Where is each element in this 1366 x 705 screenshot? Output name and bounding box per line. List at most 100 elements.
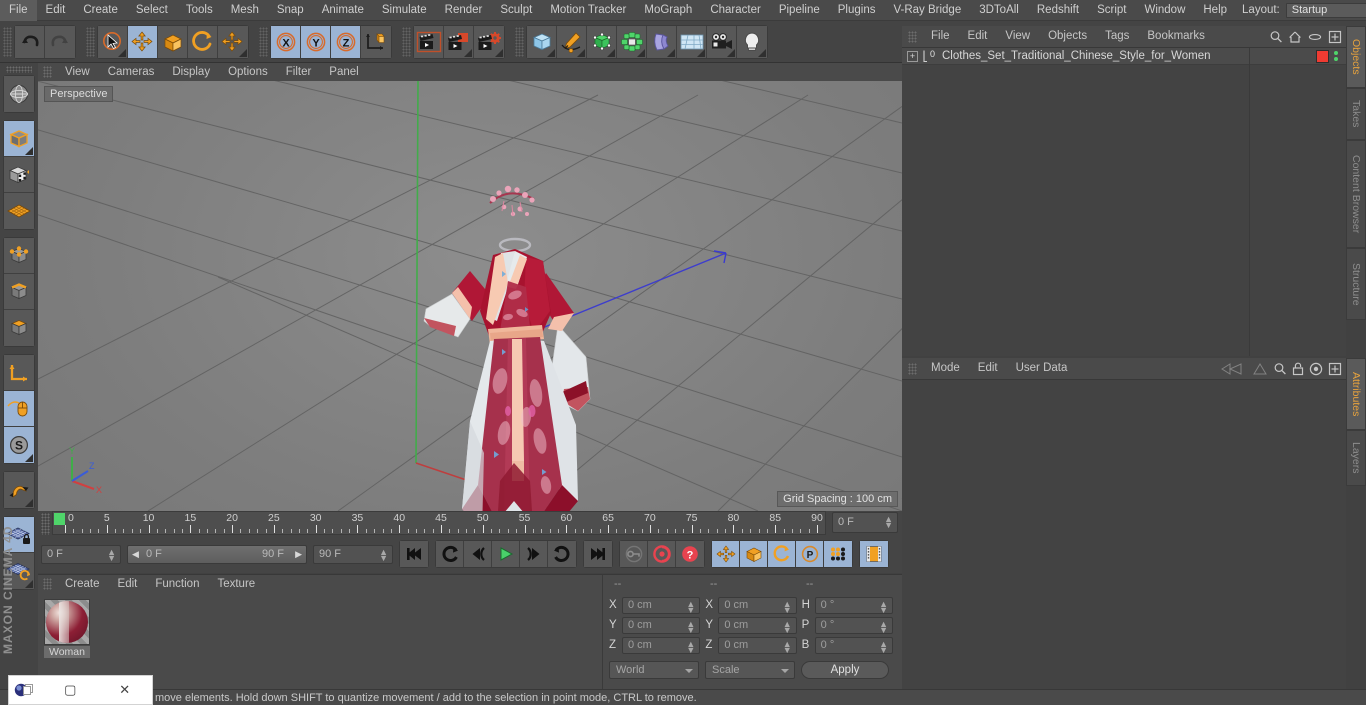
tab-attributes[interactable]: Attributes [1346, 358, 1366, 430]
step-back-icon[interactable] [464, 541, 492, 567]
spinner-icon[interactable]: ▲ ▼ [783, 619, 792, 634]
tab-takes[interactable]: Takes [1346, 88, 1366, 140]
range-left-arrow-icon[interactable]: ◀ [132, 549, 139, 560]
y-axis-icon[interactable]: Y [301, 25, 331, 58]
viewport-menu-cameras[interactable]: Cameras [99, 63, 164, 81]
search-icon[interactable] [1273, 362, 1287, 376]
coord-input-size-y[interactable]: 0 cm ▲ ▼ [718, 616, 797, 634]
material-tag-icon[interactable] [1316, 49, 1329, 63]
point-mode-icon[interactable] [4, 238, 34, 274]
x-axis-icon[interactable]: X [271, 25, 301, 58]
material-menu-texture[interactable]: Texture [208, 575, 264, 593]
model-mode-icon[interactable] [4, 121, 34, 157]
rotate-tool-icon[interactable] [188, 25, 218, 58]
menu-item-vray-bridge[interactable]: V-Ray Bridge [884, 0, 970, 21]
menu-item-character[interactable]: Character [701, 0, 770, 21]
viewport-menu-panel[interactable]: Panel [320, 63, 367, 81]
maximize-icon[interactable] [1328, 30, 1342, 44]
viewport-menu-options[interactable]: Options [219, 63, 277, 81]
maximize-icon[interactable] [1328, 362, 1342, 376]
tab-structure[interactable]: Structure [1346, 248, 1366, 320]
object-manager-grip[interactable] [908, 30, 917, 43]
spinner-icon[interactable]: ▲ ▼ [379, 547, 388, 562]
material-menu-function[interactable]: Function [146, 575, 208, 593]
tab-content-browser[interactable]: Content Browser [1346, 140, 1366, 248]
move-tool-dup-icon[interactable] [218, 25, 248, 58]
live-selection-icon[interactable] [98, 25, 128, 58]
material-grip[interactable] [43, 578, 52, 590]
step-forward-icon[interactable] [520, 541, 548, 567]
apply-button[interactable]: Apply [801, 661, 889, 679]
attributes-menu-edit[interactable]: Edit [969, 358, 1007, 379]
render-settings-icon[interactable] [474, 25, 504, 58]
spinner-icon[interactable]: ▲ ▼ [884, 515, 893, 530]
timeline-filmstrip-icon[interactable] [860, 541, 888, 567]
app-sphere-icon[interactable] [9, 681, 43, 699]
viewport-menu-filter[interactable]: Filter [277, 63, 321, 81]
target-icon[interactable] [1309, 362, 1323, 376]
texture-mode-icon[interactable] [4, 157, 34, 193]
world-object-axis-icon[interactable] [361, 25, 391, 58]
material-menu-edit[interactable]: Edit [109, 575, 147, 593]
rotation-key-icon[interactable] [768, 541, 796, 567]
object-menu-file[interactable]: File [922, 26, 959, 47]
render-region-icon[interactable] [444, 25, 474, 58]
coord-input-size-x[interactable]: 0 cm ▲ ▼ [718, 596, 797, 614]
toolbar-grip-5[interactable] [515, 26, 524, 57]
toolbar-grip[interactable] [3, 26, 12, 57]
back-nav-icon[interactable] [1221, 362, 1247, 376]
spinner-icon[interactable]: ▲ ▼ [686, 619, 695, 634]
z-axis-icon[interactable]: Z [331, 25, 361, 58]
spinner-icon[interactable]: ▲ ▼ [107, 547, 116, 562]
render-view-icon[interactable] [414, 25, 444, 58]
coord-input-rot-p[interactable]: 0 ° ▲ ▼ [814, 616, 893, 634]
range-right-arrow-icon[interactable]: ▶ [295, 549, 302, 560]
viewport-grip[interactable] [43, 66, 52, 78]
menu-item-script[interactable]: Script [1088, 0, 1135, 21]
menu-item-snap[interactable]: Snap [268, 0, 313, 21]
cube-primitive-icon[interactable] [527, 25, 557, 58]
object-tree[interactable]: + 0 Clothes_Set_Traditional_Chinese_Styl… [902, 47, 1346, 356]
menu-item-edit[interactable]: Edit [37, 0, 75, 21]
object-menu-edit[interactable]: Edit [959, 26, 997, 47]
menu-item-simulate[interactable]: Simulate [373, 0, 436, 21]
spinner-icon[interactable]: ▲ ▼ [879, 639, 888, 654]
light-icon[interactable] [737, 25, 767, 58]
search-icon[interactable] [1269, 30, 1283, 44]
coord-input-pos-y[interactable]: 0 cm ▲ ▼ [622, 616, 701, 634]
menu-item-sculpt[interactable]: Sculpt [491, 0, 541, 21]
workplane-mode-icon[interactable] [4, 193, 34, 229]
autokey-key-icon[interactable] [620, 541, 648, 567]
overlay-window[interactable]: ▢ ✕ [8, 675, 153, 705]
current-frame-marker[interactable] [54, 513, 65, 525]
menu-item-redshift[interactable]: Redshift [1028, 0, 1088, 21]
enable-axis-icon[interactable] [4, 355, 34, 391]
menu-item-motion-tracker[interactable]: Motion Tracker [541, 0, 635, 21]
scale-tool-icon[interactable] [158, 25, 188, 58]
material-thumbnail[interactable] [44, 599, 90, 645]
redo-icon[interactable] [45, 25, 75, 58]
menu-item-help[interactable]: Help [1194, 0, 1236, 21]
spinner-icon[interactable]: ▲ ▼ [686, 599, 695, 614]
viewport-solo-icon[interactable] [4, 391, 34, 427]
object-tree-row[interactable]: + 0 Clothes_Set_Traditional_Chinese_Styl… [902, 48, 1346, 65]
object-menu-bookmarks[interactable]: Bookmarks [1138, 26, 1214, 47]
menu-item-plugins[interactable]: Plugins [829, 0, 885, 21]
spinner-icon[interactable]: ▲ ▼ [783, 599, 792, 614]
lock-icon[interactable] [1292, 362, 1304, 376]
coordinate-mode-select[interactable]: Scale [705, 661, 795, 679]
snap-magnet-icon[interactable] [4, 472, 34, 508]
material-menu-create[interactable]: Create [56, 575, 109, 593]
scale-key-icon[interactable] [740, 541, 768, 567]
next-key-icon[interactable] [548, 541, 576, 567]
floor-environment-icon[interactable] [677, 25, 707, 58]
visibility-dots-icon[interactable] [1334, 51, 1338, 61]
camera-icon[interactable] [707, 25, 737, 58]
object-menu-view[interactable]: View [996, 26, 1039, 47]
play-backwards-frame-icon[interactable] [436, 541, 464, 567]
menu-item-file[interactable]: File [0, 0, 37, 21]
menu-item-pipeline[interactable]: Pipeline [770, 0, 829, 21]
current-frame-field[interactable]: 0 F ▲ ▼ [41, 544, 121, 564]
coord-input-pos-x[interactable]: 0 cm ▲ ▼ [622, 596, 701, 614]
expand-icon[interactable]: + [907, 50, 918, 62]
